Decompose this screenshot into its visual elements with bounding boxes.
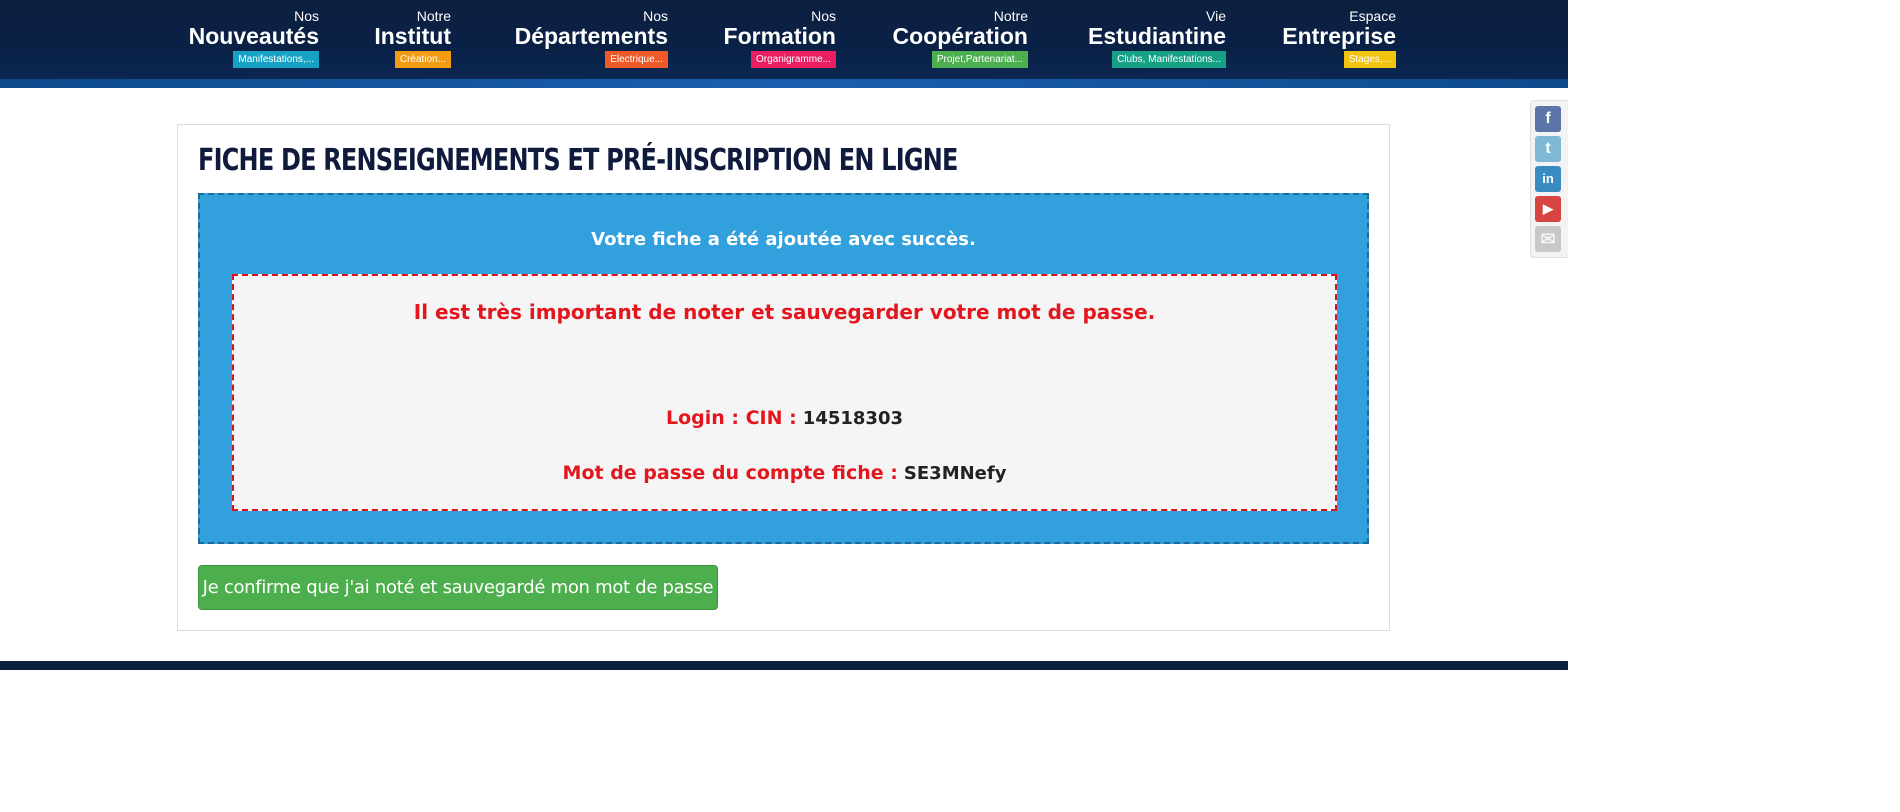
nav-item-prefix: Nos [643, 8, 668, 24]
social-sidebar: f t in ▶ ✉ [1530, 100, 1568, 258]
nav-item-prefix: Nos [294, 8, 319, 24]
nav-item-formation[interactable]: Nos Formation Organigramme... [706, 8, 836, 68]
login-value: 14518303 [802, 408, 903, 429]
nav-item-estudiantine[interactable]: Vie Estudiantine Clubs, Manifestations..… [1064, 8, 1226, 68]
header-stripe [0, 79, 1568, 88]
nav-item-prefix: Vie [1206, 8, 1226, 24]
nav-item-prefix: Notre [993, 8, 1028, 24]
success-panel: Votre fiche a été ajoutée avec succès. I… [198, 193, 1369, 544]
nav-item-cooperation[interactable]: Notre Coopération Projet,Partenariat... [873, 8, 1028, 68]
email-icon[interactable]: ✉ [1535, 226, 1561, 252]
facebook-icon[interactable]: f [1535, 106, 1561, 132]
nav-item-prefix: Espace [1349, 8, 1396, 24]
success-message: Votre fiche a été ajoutée avec succès. [591, 229, 976, 250]
nav-item-institut[interactable]: Notre Institut Création... [355, 8, 451, 68]
nav-item-label: Départements [514, 23, 668, 49]
nav-item-badge: Clubs, Manifestations... [1112, 51, 1226, 68]
nav-item-label: Entreprise [1282, 23, 1396, 49]
page-title: FICHE DE RENSEIGNEMENTS ET PRÉ-INSCRIPTI… [198, 143, 958, 178]
nav-item-label: Estudiantine [1087, 23, 1226, 49]
nav-item-prefix: Nos [811, 8, 836, 24]
twitter-icon[interactable]: t [1535, 136, 1561, 162]
nav-item-label: Institut [374, 23, 451, 49]
nav-item-departements[interactable]: Nos Départements Electrique... [489, 8, 668, 68]
login-label: Login : CIN : [665, 407, 797, 429]
nav-item-label: Nouveautés [188, 23, 319, 49]
nav-item-badge: Projet,Partenariat... [931, 51, 1028, 68]
nav-item-label: Formation [723, 23, 836, 49]
nav-item-label: Coopération [892, 23, 1028, 49]
nav-item-badge: Stages,... [1343, 51, 1396, 68]
nav-item-nouveautes[interactable]: Nos Nouveautés Manifestations,... [171, 8, 319, 68]
nav-item-badge: Création... [394, 51, 451, 68]
confirm-password-button[interactable]: Je confirme que j'ai noté et sauvegardé … [198, 565, 718, 610]
nav-item-entreprise[interactable]: Espace Entreprise Stages,... [1262, 8, 1396, 68]
nav-item-badge: Organigramme... [750, 51, 836, 68]
youtube-icon[interactable]: ▶ [1535, 196, 1561, 222]
nav-item-prefix: Notre [416, 8, 451, 24]
linkedin-icon[interactable]: in [1535, 166, 1561, 192]
footer-bar [0, 661, 1568, 670]
nav-item-badge: Manifestations,... [233, 51, 319, 68]
nav-item-badge: Electrique... [605, 51, 668, 68]
credentials-box: Il est très important de noter et sauveg… [232, 274, 1337, 511]
password-value: SE3MNefy [903, 463, 1007, 484]
password-label: Mot de passe du compte fiche : [562, 462, 898, 484]
password-row: Mot de passe du compte fiche : SE3MNefy [234, 462, 1335, 484]
password-warning: Il est très important de noter et sauveg… [413, 300, 1156, 324]
login-row: Login : CIN : 14518303 [234, 407, 1335, 429]
